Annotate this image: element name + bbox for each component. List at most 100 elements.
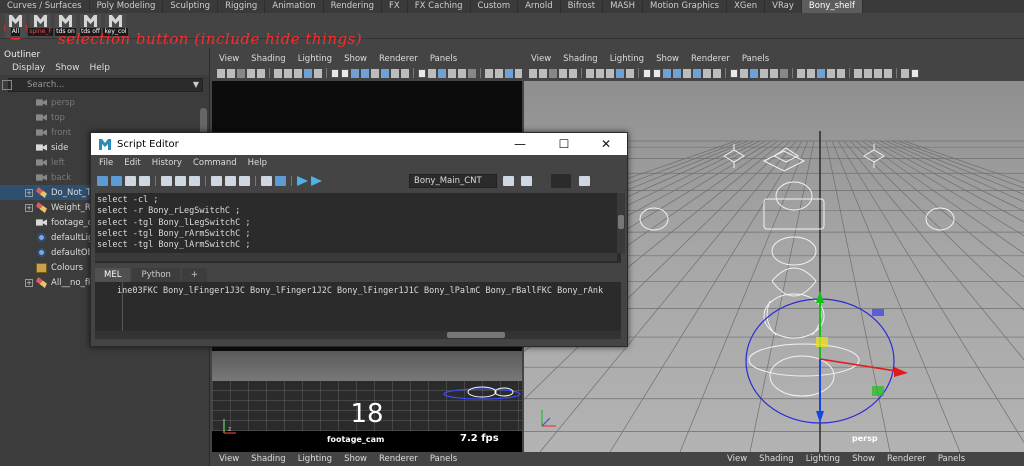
- shelf-button[interactable]: spine_F: [28, 14, 53, 38]
- viewport-tool-icon[interactable]: [596, 68, 604, 78]
- clear-all-icon[interactable]: [189, 176, 200, 186]
- viewport-tool-icon[interactable]: [616, 68, 624, 78]
- shelf-tab[interactable]: Animation: [265, 0, 324, 13]
- viewport-tool-icon[interactable]: [817, 68, 825, 78]
- command-search-field[interactable]: Bony_Main_CNT: [409, 174, 497, 188]
- viewport-menu-item[interactable]: Lighting: [806, 454, 840, 464]
- open-script-icon[interactable]: [97, 176, 108, 186]
- viewport-menu-item[interactable]: Show: [852, 454, 875, 464]
- script-editor-menu-item[interactable]: History: [152, 158, 182, 168]
- execute-selected-icon[interactable]: [297, 176, 308, 186]
- shelf-tab[interactable]: Rigging: [218, 0, 266, 13]
- viewport-tool-icon[interactable]: [438, 68, 446, 78]
- viewport-tool-icon[interactable]: [331, 68, 339, 78]
- script-editor-tab[interactable]: Python: [132, 268, 180, 282]
- viewport-menu-item[interactable]: Shading: [251, 54, 286, 64]
- viewport-tool-icon[interactable]: [341, 68, 349, 78]
- viewport-tool-icon[interactable]: [740, 68, 748, 78]
- viewport-menu-item[interactable]: Lighting: [298, 54, 332, 64]
- viewport-tool-icon[interactable]: [770, 68, 778, 78]
- viewport-tool-icon[interactable]: [361, 68, 369, 78]
- viewport-tool-icon[interactable]: [351, 68, 359, 78]
- viewport-tool-icon[interactable]: [606, 68, 614, 78]
- viewport-tool-icon[interactable]: [304, 68, 312, 78]
- shelf-tab[interactable]: VRay: [765, 0, 802, 13]
- shelf-tab[interactable]: FX Caching: [408, 0, 471, 13]
- viewport-tool-icon[interactable]: [418, 68, 426, 78]
- viewport-tool-icon[interactable]: [294, 68, 302, 78]
- viewport-tool-icon[interactable]: [586, 68, 594, 78]
- viewport-tool-icon[interactable]: [693, 68, 701, 78]
- shelf-tab[interactable]: XGen: [727, 0, 766, 13]
- shelf-tab[interactable]: Curves / Surfaces: [0, 0, 90, 13]
- echo-commands-icon[interactable]: [261, 176, 272, 186]
- shelf-tab[interactable]: MASH: [603, 0, 644, 13]
- clear-history-icon[interactable]: [161, 176, 172, 186]
- viewport-tool-icon[interactable]: [237, 68, 245, 78]
- viewport-menu-item[interactable]: Shading: [563, 54, 598, 64]
- expand-toggle-icon[interactable]: +: [25, 188, 33, 197]
- script-editor-titlebar[interactable]: Script Editor — ☐ ✕: [91, 133, 627, 155]
- viewport-tool-icon[interactable]: [505, 68, 513, 78]
- viewport-tool-icon[interactable]: [314, 68, 322, 78]
- viewport-tool-icon[interactable]: [428, 68, 436, 78]
- viewport-tool-icon[interactable]: [911, 68, 919, 78]
- viewport-tool-icon[interactable]: [864, 68, 872, 78]
- indent-icon[interactable]: [579, 176, 590, 186]
- viewport-tool-icon[interactable]: [626, 68, 634, 78]
- font-size-field[interactable]: [551, 174, 571, 188]
- viewport-tool-icon[interactable]: [529, 68, 537, 78]
- history-vertical-scrollbar[interactable]: [617, 193, 625, 253]
- shelf-tab[interactable]: Arnold: [518, 0, 561, 13]
- outliner-menu-item[interactable]: Display: [12, 63, 45, 73]
- outliner-item[interactable]: persp: [0, 95, 209, 110]
- viewport-tool-icon[interactable]: [730, 68, 738, 78]
- script-editor-tab[interactable]: +: [181, 268, 208, 282]
- viewport-tool-icon[interactable]: [539, 68, 547, 78]
- viewport-tool-icon[interactable]: [807, 68, 815, 78]
- viewport-tool-icon[interactable]: [643, 68, 651, 78]
- save-script-icon[interactable]: [125, 176, 136, 186]
- show-input-icon[interactable]: [225, 176, 236, 186]
- save-as-icon[interactable]: [139, 176, 150, 186]
- history-horizontal-scrollbar[interactable]: [95, 253, 617, 261]
- viewport-tool-icon[interactable]: [448, 68, 456, 78]
- viewport-menu-item[interactable]: Panels: [742, 54, 769, 64]
- viewport-tool-icon[interactable]: [284, 68, 292, 78]
- viewport-tool-icon[interactable]: [227, 68, 235, 78]
- expand-toggle-icon[interactable]: +: [25, 278, 33, 287]
- viewport-tool-icon[interactable]: [569, 68, 577, 78]
- line-numbers-icon[interactable]: [275, 176, 286, 186]
- viewport-menu-item[interactable]: Show: [344, 54, 367, 64]
- viewport-tool-icon[interactable]: [750, 68, 758, 78]
- outliner-menu-item[interactable]: Show: [55, 63, 79, 73]
- viewport-tool-icon[interactable]: [381, 68, 389, 78]
- viewport-tool-icon[interactable]: [257, 68, 265, 78]
- show-history-icon[interactable]: [211, 176, 222, 186]
- viewport-tool-icon[interactable]: [703, 68, 711, 78]
- shelf-tab[interactable]: FX: [382, 0, 408, 13]
- outliner-menu-item[interactable]: Help: [89, 63, 110, 73]
- viewport-tool-icon[interactable]: [485, 68, 493, 78]
- show-both-icon[interactable]: [239, 176, 250, 186]
- viewport-menu-item[interactable]: Panels: [430, 454, 457, 464]
- close-button[interactable]: ✕: [589, 133, 623, 155]
- viewport-tool-icon[interactable]: [401, 68, 409, 78]
- input-horizontal-scrollbar[interactable]: [95, 331, 621, 339]
- maximize-button[interactable]: ☐: [547, 133, 581, 155]
- viewport-tool-icon[interactable]: [854, 68, 862, 78]
- viewport-tool-icon[interactable]: [760, 68, 768, 78]
- viewport-menu-item[interactable]: View: [219, 454, 239, 464]
- viewport-menu-item[interactable]: Renderer: [887, 454, 926, 464]
- viewport-tool-icon[interactable]: [901, 68, 909, 78]
- outliner-search[interactable]: Search... ▼: [2, 78, 203, 92]
- viewport-tool-icon[interactable]: [663, 68, 671, 78]
- search-icon[interactable]: [503, 176, 514, 186]
- viewport-menu-item[interactable]: Shading: [759, 454, 794, 464]
- viewport-menu-item[interactable]: Show: [656, 54, 679, 64]
- viewport-menu-item[interactable]: Shading: [251, 454, 286, 464]
- viewport-tool-icon[interactable]: [468, 68, 476, 78]
- viewport-tool-icon[interactable]: [797, 68, 805, 78]
- search-filter-icon[interactable]: [2, 80, 12, 90]
- viewport-tool-icon[interactable]: [371, 68, 379, 78]
